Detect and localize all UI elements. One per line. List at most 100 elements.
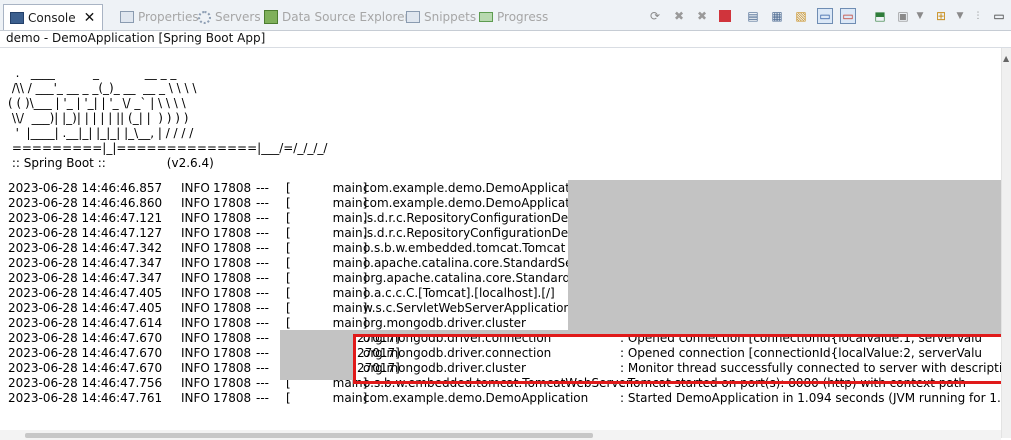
log-message: : Started DemoApplication in 1.094 secon… [620, 391, 1001, 405]
log-sep: --- [256, 376, 269, 390]
log-thread: [ main] [286, 181, 368, 195]
log-sep: --- [256, 361, 269, 375]
log-time: 2023-06-28 14:46:47.347 [8, 271, 163, 285]
log-thread: [ main] [286, 316, 368, 330]
process-title: demo - DemoApplication [Spring Boot App] [6, 31, 266, 45]
log-sep: --- [256, 316, 269, 330]
log-sep: --- [256, 331, 269, 345]
log-logger: .s.d.r.c.RepositoryConfigurationDe [363, 211, 569, 225]
log-pid: 17808 [213, 241, 252, 255]
scroll-lock-icon[interactable]: ▦ [769, 8, 785, 24]
banner-line: =========|_|==============|___/=/_/_/_/ [8, 141, 328, 155]
log-time: 2023-06-28 14:46:47.670 [8, 361, 163, 375]
log-thread: [ main] [286, 256, 368, 270]
log-logger: w.s.c.ServletWebServerApplication [363, 301, 572, 315]
log-sep: --- [256, 391, 269, 405]
word-wrap-icon[interactable]: ▧ [793, 8, 809, 24]
scroll-up-icon[interactable]: ▲ [1003, 54, 1009, 63]
view-menu-icon[interactable]: ⋮ [970, 8, 986, 24]
log-logger: com.example.demo.DemoApplication [363, 391, 589, 405]
clear-console-icon[interactable]: ▤ [745, 8, 761, 24]
show-on-stdout-icon[interactable]: ▭ [817, 8, 833, 24]
log-level: INFO [181, 346, 210, 360]
log-level: INFO [181, 241, 210, 255]
log-level: INFO [181, 196, 210, 210]
log-sep: --- [256, 346, 269, 360]
log-pid: 17808 [213, 376, 252, 390]
log-pid: 17808 [213, 271, 252, 285]
banner-line: /\\ / ___'_ __ _ _(_)_ __ __ _ \ \ \ \ [8, 81, 197, 95]
log-time: 2023-06-28 14:46:46.857 [8, 181, 163, 195]
display-selected-console-icon[interactable]: ▣ [895, 8, 911, 24]
log-logger: org.mongodb.driver.cluster [363, 316, 526, 330]
log-level: INFO [181, 391, 210, 405]
log-time: 2023-06-28 14:46:46.860 [8, 196, 163, 210]
log-pid: 17808 [213, 331, 252, 345]
log-pid: 17808 [213, 256, 252, 270]
remove-all-terminated-icon[interactable]: ✖ [694, 8, 710, 24]
redacted-area [568, 180, 1002, 330]
tab-snippets[interactable]: Snippets [400, 6, 476, 28]
tab-console[interactable]: Console ✕ [3, 4, 103, 30]
sync-icon[interactable]: ⟳ [647, 8, 663, 24]
log-time: 2023-06-28 14:46:47.761 [8, 391, 163, 405]
pin-console-icon[interactable]: ⬒ [872, 8, 888, 24]
open-console-icon[interactable]: ⊞ [933, 8, 949, 24]
tab-label: Progress [497, 10, 549, 24]
log-time: 2023-06-28 14:46:47.670 [8, 331, 163, 345]
view-tab-bar: Console ✕ Properties Servers Data Source… [0, 0, 1011, 31]
log-time: 2023-06-28 14:46:47.342 [8, 241, 163, 255]
log-time: 2023-06-28 14:46:47.670 [8, 346, 163, 360]
log-time: 2023-06-28 14:46:47.756 [8, 376, 163, 390]
log-thread: [ main] [286, 271, 368, 285]
tab-progress[interactable]: Progress [474, 6, 548, 28]
log-time: 2023-06-28 14:46:47.347 [8, 256, 163, 270]
log-pid: 17808 [213, 211, 252, 225]
log-thread: [ main] [286, 391, 368, 405]
close-icon[interactable]: ✕ [84, 11, 96, 25]
tab-properties[interactable]: Properties [114, 6, 199, 28]
tab-label: Snippets [424, 10, 477, 24]
log-level: INFO [181, 271, 210, 285]
log-pid: 17808 [213, 346, 252, 360]
log-pid: 17808 [213, 391, 252, 405]
log-time: 2023-06-28 14:46:47.405 [8, 286, 163, 300]
log-time: 2023-06-28 14:46:47.405 [8, 301, 163, 315]
servers-icon [198, 10, 211, 24]
tab-data-source-explorer[interactable]: Data Source Explorer [259, 6, 409, 28]
log-pid: 17808 [213, 196, 252, 210]
show-on-stderr-icon[interactable]: ▭ [840, 8, 856, 24]
log-level: INFO [181, 256, 210, 270]
log-thread: [ main] [286, 211, 368, 225]
banner-line: :: Spring Boot :: (v2.6.4) [8, 156, 214, 170]
log-thread: [ main] [286, 286, 368, 300]
remove-launch-icon[interactable]: ✖ [671, 8, 687, 24]
minimize-icon[interactable]: ▭ [991, 8, 1007, 24]
log-level: INFO [181, 181, 210, 195]
chevron-down-icon[interactable]: ▼ [912, 8, 928, 24]
tab-servers[interactable]: Servers [193, 6, 261, 28]
log-sep: --- [256, 226, 269, 240]
log-pid: 17808 [213, 316, 252, 330]
snippets-icon [406, 11, 420, 23]
progress-icon [479, 12, 493, 22]
tab-label: Console [28, 10, 76, 25]
scroll-thumb[interactable] [25, 433, 593, 438]
terminate-icon[interactable] [719, 10, 731, 22]
log-logger: .s.d.r.c.RepositoryConfigurationDe [363, 226, 569, 240]
vertical-scrollbar[interactable]: ▲ [1001, 48, 1011, 438]
log-pid: 17808 [213, 301, 252, 315]
log-time: 2023-06-28 14:46:47.614 [8, 316, 163, 330]
properties-icon [120, 11, 134, 23]
log-sep: --- [256, 256, 269, 270]
horizontal-scrollbar[interactable] [0, 430, 1001, 440]
log-sep: --- [256, 181, 269, 195]
divider [0, 47, 1011, 48]
log-level: INFO [181, 331, 210, 345]
banner-line: ( ( )\___ | '_ | '_| | '_ \/ _` | \ \ \ … [8, 96, 186, 110]
log-time: 2023-06-28 14:46:47.127 [8, 226, 163, 240]
log-level: INFO [181, 361, 210, 375]
banner-line: \\/ ___)| |_)| | | | | || (_| | ) ) ) ) [8, 111, 189, 125]
log-logger: o.s.b.w.embedded.tomcat.Tomcat [363, 241, 566, 255]
chevron-down-icon[interactable]: ▼ [952, 8, 968, 24]
